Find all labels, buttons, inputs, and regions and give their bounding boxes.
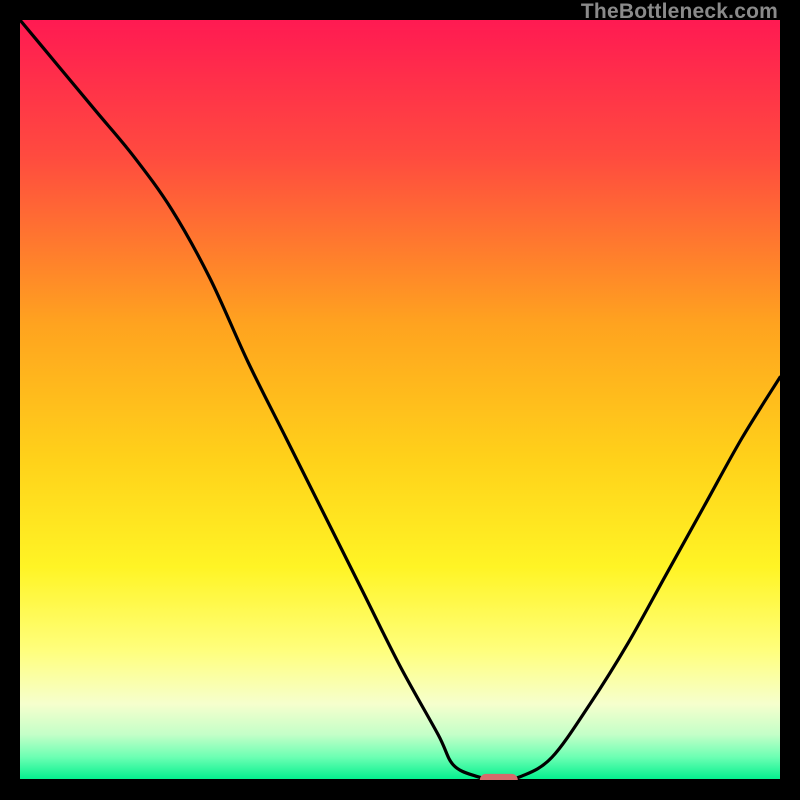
chart-frame: TheBottleneck.com — [0, 0, 800, 800]
bottleneck-chart — [20, 20, 780, 780]
optimal-range-marker — [480, 774, 518, 780]
